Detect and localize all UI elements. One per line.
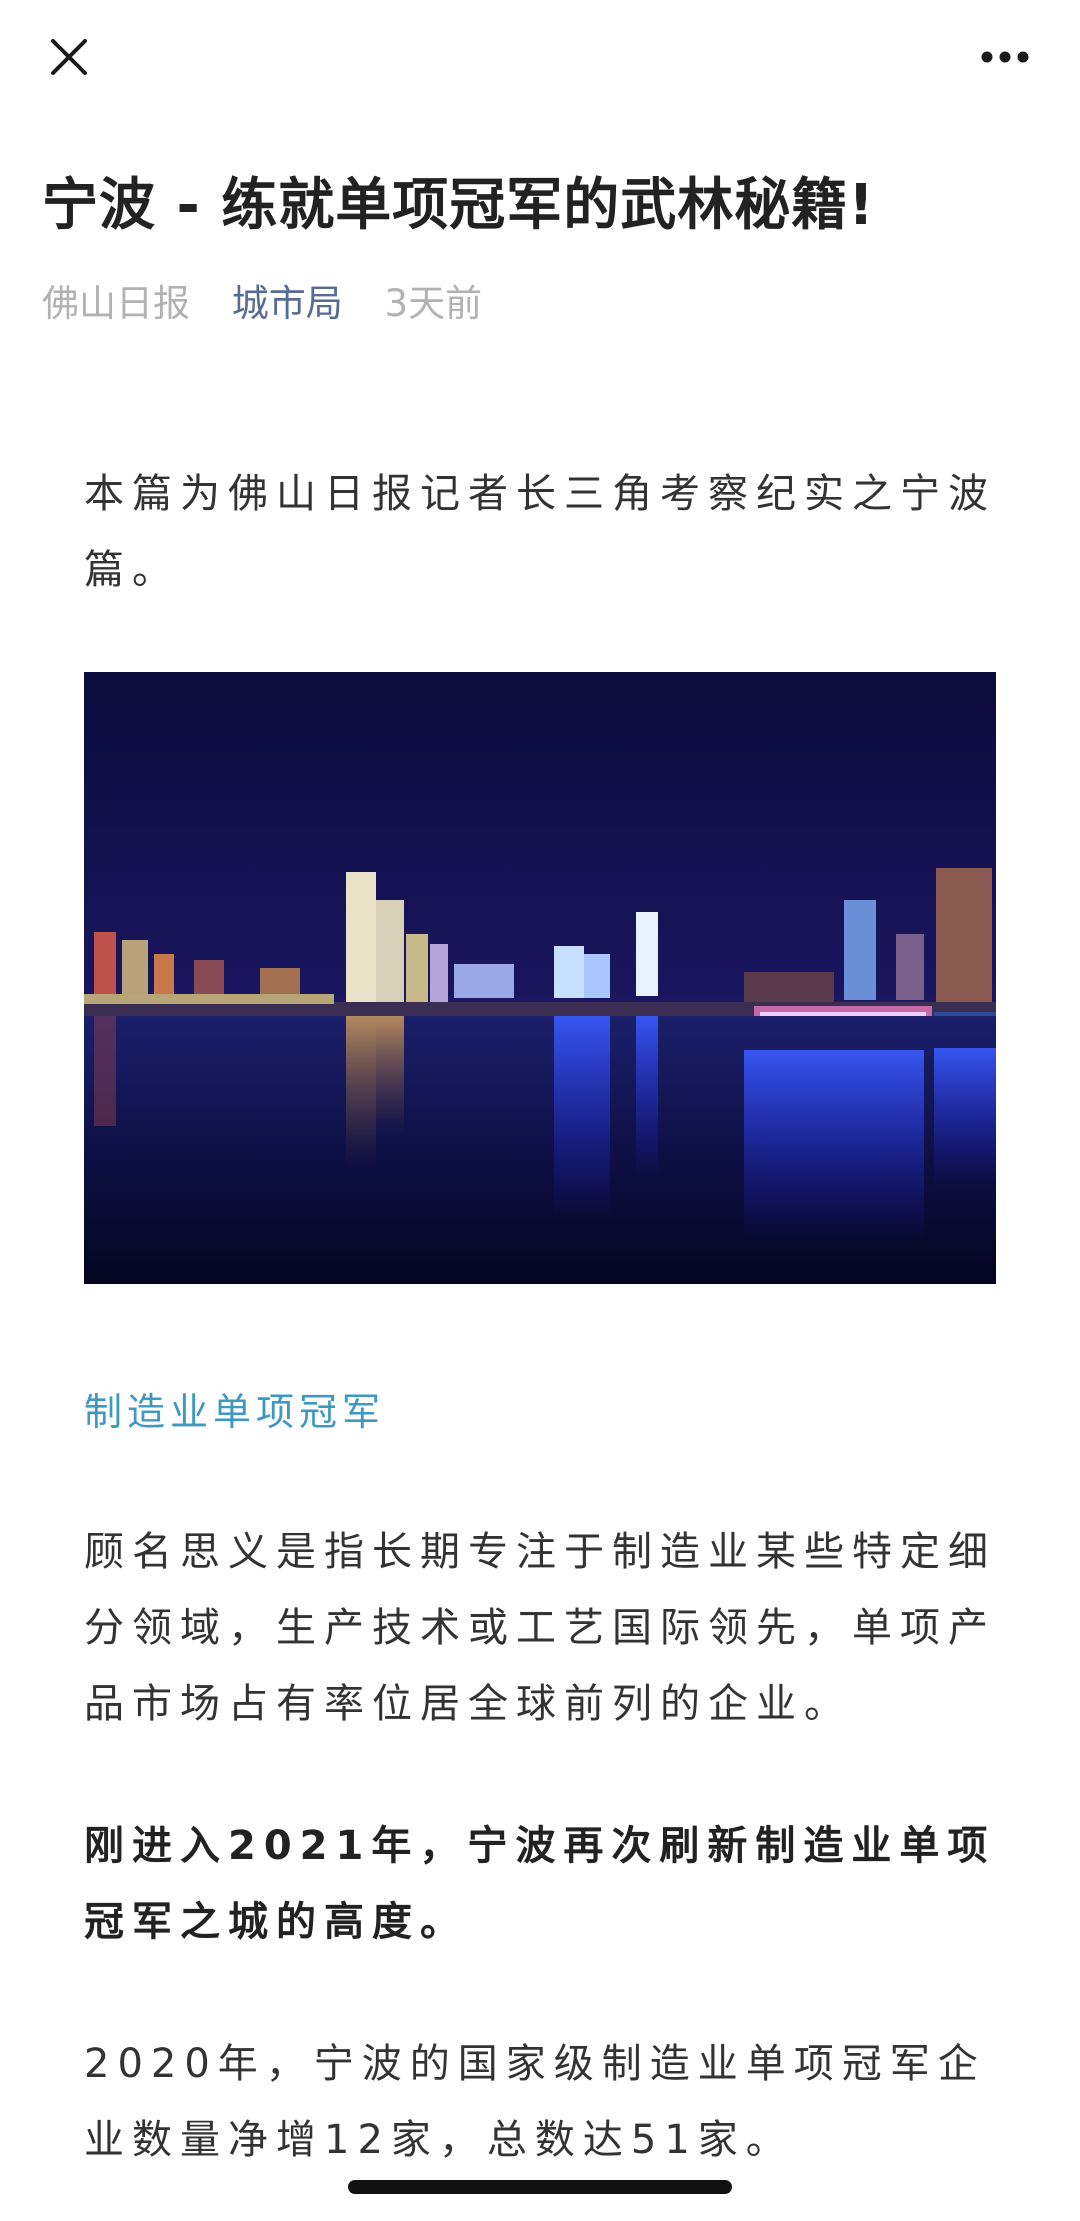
intro-paragraph: 本篇为佛山日报记者长三角考察纪实之宁波篇。 <box>84 471 996 593</box>
city-night-photo <box>84 672 996 1284</box>
highlight-paragraph: 刚进入2021年，宁波再次刷新制造业单项冠军之城的高度。 <box>84 1823 996 1945</box>
close-button[interactable] <box>40 28 98 86</box>
more-options-button[interactable] <box>970 28 1040 86</box>
top-bar <box>0 0 1080 110</box>
account-name-link[interactable]: 城市局 <box>232 282 343 325</box>
article-meta: 佛山日报 城市局 3天前 <box>42 276 512 332</box>
article-title: 宁波 - 练就单项冠军的武林秘籍! <box>42 173 875 238</box>
publish-time: 3天前 <box>384 282 483 325</box>
article-source: 佛山日报 <box>42 282 190 325</box>
section-heading: 制造业单项冠军 <box>84 1390 386 1434</box>
home-indicator[interactable] <box>348 2180 732 2194</box>
stats-paragraph: 2020年，宁波的国家级制造业单项冠军企业数量净增12家，总数达51家。 <box>84 2041 986 2163</box>
article-image[interactable] <box>84 672 996 1284</box>
definition-paragraph: 顾名思义是指长期专注于制造业某些特定细分领域，生产技术或工艺国际领先，单项产品市… <box>84 1529 996 1727</box>
more-horizontal-icon <box>981 51 1029 63</box>
close-icon <box>51 39 87 75</box>
